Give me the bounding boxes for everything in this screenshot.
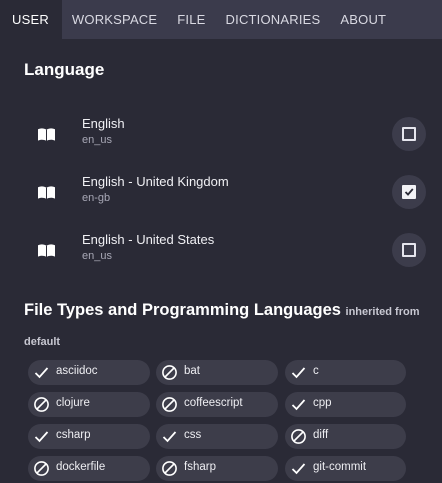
filetype-chip[interactable]: coffeescript [156,392,278,417]
check-icon [290,396,307,413]
tab-dictionaries[interactable]: DICTIONARIES [216,0,331,39]
filetype-chip[interactable]: c [285,360,406,385]
language-checkbox[interactable] [392,117,426,151]
check-icon [290,364,307,381]
checkbox-empty-icon [402,127,416,141]
chip-label: bat [184,365,200,377]
language-checkbox[interactable] [392,233,426,267]
filetype-chip[interactable]: bat [156,360,278,385]
filetype-chip[interactable]: diff [285,424,406,449]
language-row[interactable]: English - United States en_us [0,231,442,277]
chip-label: git-commit [313,461,367,473]
checkbox-empty-icon [402,243,416,257]
chip-label: c [313,365,319,377]
book-icon [37,185,56,200]
chip-label: fsharp [184,461,216,473]
check-icon [161,428,178,445]
filetype-chip[interactable]: asciidoc [28,360,150,385]
check-icon [290,460,307,477]
filetype-chip[interactable]: dockerfile [28,456,150,481]
disabled-icon [161,396,178,413]
chip-label: coffeescript [184,397,243,409]
chip-label: diff [313,429,329,441]
disabled-icon [161,364,178,381]
tab-user[interactable]: USER [0,0,62,39]
language-code: en-gb [82,192,111,204]
language-row[interactable]: English en_us [0,115,442,161]
disabled-icon [290,428,307,445]
language-code: en_us [82,250,112,262]
language-row[interactable]: English - United Kingdom en-gb [0,173,442,219]
filetype-chip[interactable]: csharp [28,424,150,449]
chip-label: cpp [313,397,332,409]
language-code: en_us [82,134,112,146]
filetype-chip[interactable]: clojure [28,392,150,417]
tab-file[interactable]: FILE [167,0,215,39]
language-name: English - United States [82,232,215,247]
tab-bar: USER WORKSPACE FILE DICTIONARIES ABOUT [0,0,442,39]
check-icon [33,428,50,445]
disabled-icon [161,460,178,477]
language-name: English [82,116,125,131]
language-section-title: Language [24,60,105,79]
language-checkbox[interactable] [392,175,426,209]
filetypes-section-title: File Types and Programming Languages inh… [24,296,434,356]
filetype-chip[interactable]: css [156,424,278,449]
book-icon [37,127,56,142]
disabled-icon [33,396,50,413]
filetypes-title-text: File Types and Programming Languages [24,301,341,319]
tab-workspace[interactable]: WORKSPACE [62,0,167,39]
disabled-icon [33,460,50,477]
chip-label: asciidoc [56,365,98,377]
tab-about[interactable]: ABOUT [330,0,396,39]
chip-label: dockerfile [56,461,106,473]
check-icon [33,364,50,381]
filetype-chip[interactable]: git-commit [285,456,406,481]
chip-label: clojure [56,397,90,409]
filetype-chip[interactable]: cpp [285,392,406,417]
language-name: English - United Kingdom [82,174,229,189]
chip-label: css [184,429,202,441]
checkbox-checked-icon [402,185,416,199]
filetype-chip[interactable]: fsharp [156,456,278,481]
chip-label: csharp [56,429,91,441]
book-icon [37,243,56,258]
